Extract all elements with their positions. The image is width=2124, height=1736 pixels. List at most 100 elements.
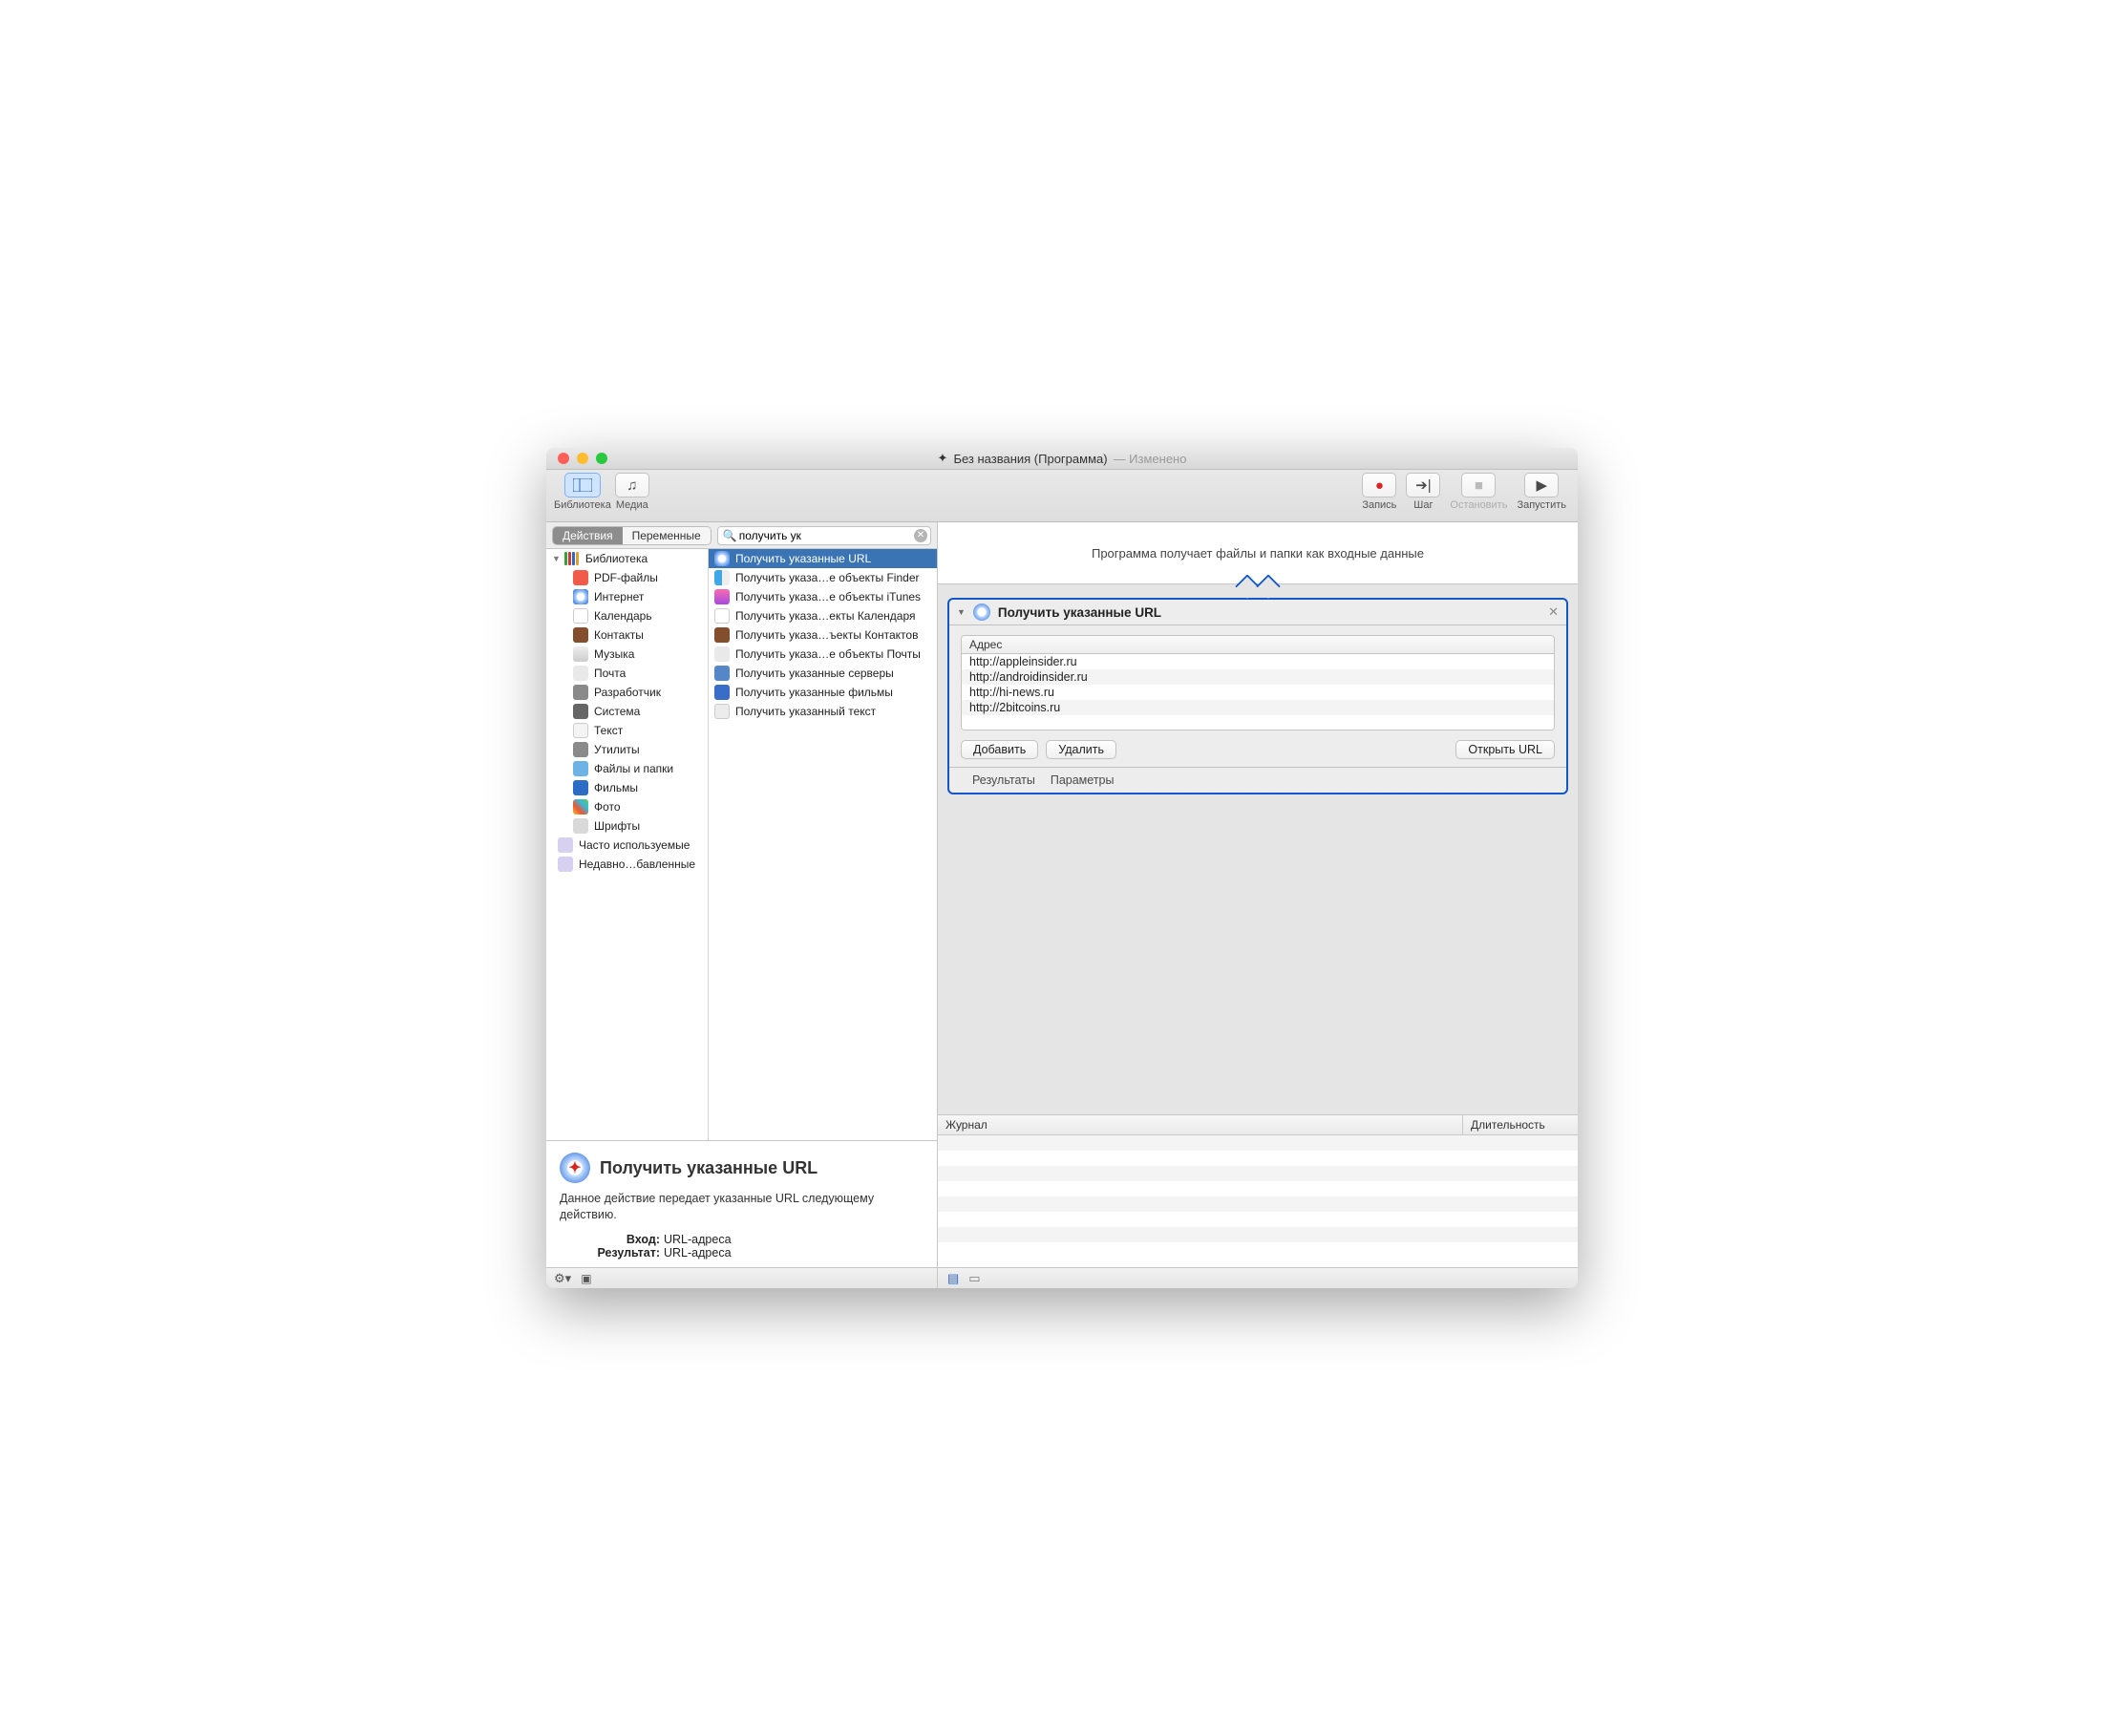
workflow-view-button[interactable]: ▤ (947, 1271, 959, 1286)
library-button-label: Библиотека (554, 499, 611, 511)
step-button[interactable]: ➔| (1406, 473, 1440, 498)
action-label: Получить указа…е объекты Finder (735, 571, 920, 584)
action-list-item[interactable]: Получить указа…е объекты iTunes (709, 587, 937, 606)
url-table[interactable]: Адрес http://appleinsider.ruhttp://andro… (961, 635, 1555, 730)
document-title: Без названия (Программа) (953, 452, 1107, 466)
results-tab[interactable]: Результаты (972, 773, 1035, 787)
disclosure-triangle-icon[interactable]: ▼ (552, 554, 561, 563)
address-column-header: Адрес (962, 636, 1554, 654)
tab-variables[interactable]: Переменные (623, 527, 711, 544)
category-label: Музыка (594, 647, 634, 661)
font-icon (573, 818, 588, 834)
log-rows (938, 1135, 1578, 1267)
remove-url-button[interactable]: Удалить (1046, 740, 1116, 759)
disclosure-triangle-icon[interactable]: ▼ (957, 607, 966, 617)
action-list-item[interactable]: Получить указанный текст (709, 702, 937, 721)
connector-icon (1239, 578, 1277, 593)
smart-group-item[interactable]: Часто используемые (546, 836, 708, 855)
action-list-item[interactable]: Получить указа…е объекты Finder (709, 568, 937, 587)
category-item[interactable]: Музыка (546, 645, 708, 664)
photo-icon (573, 799, 588, 815)
log-journal-header[interactable]: Журнал (938, 1115, 1463, 1134)
record-button[interactable]: ● (1362, 473, 1396, 498)
category-item[interactable]: Утилиты (546, 740, 708, 759)
safari-icon (573, 589, 588, 604)
url-row[interactable]: http://androidinsider.ru (962, 669, 1554, 685)
text-icon (573, 723, 588, 738)
step-icon: ➔| (1415, 476, 1431, 494)
stop-button[interactable]: ■ (1461, 473, 1496, 498)
action-list-item[interactable]: Получить указанные серверы (709, 664, 937, 683)
smart-group-item[interactable]: Недавно…бавленные (546, 855, 708, 874)
url-row[interactable]: http://hi-news.ru (962, 685, 1554, 700)
run-button[interactable]: ▶ (1524, 473, 1559, 498)
workflow-input-zone[interactable]: Программа получает файлы и папки как вхо… (938, 522, 1578, 584)
category-item[interactable]: Интернет (546, 587, 708, 606)
category-list[interactable]: ▼ Библиотека PDF-файлы Интернет Календарь К… (546, 549, 709, 1140)
category-label: Разработчик (594, 686, 661, 699)
category-item[interactable]: Контакты (546, 625, 708, 645)
url-row[interactable]: http://2bitcoins.ru (962, 700, 1554, 715)
log-panel: Журнал Длительность (938, 1114, 1578, 1267)
gear-menu-button[interactable]: ⚙︎▾ (554, 1271, 571, 1286)
tab-actions[interactable]: Действия (553, 527, 623, 544)
category-item[interactable]: Фильмы (546, 778, 708, 797)
toggle-library-button[interactable] (564, 473, 601, 498)
remove-action-button[interactable]: ✕ (1548, 604, 1559, 620)
category-item[interactable]: Почта (546, 664, 708, 683)
server-icon (714, 666, 730, 681)
action-list-item[interactable]: Получить указа…екты Календаря (709, 606, 937, 625)
category-item[interactable]: Календарь (546, 606, 708, 625)
trash-icon (714, 704, 730, 719)
media-button[interactable]: ♫ (615, 473, 649, 498)
cal-icon (573, 608, 588, 624)
log-duration-header[interactable]: Длительность (1463, 1115, 1578, 1134)
category-item[interactable]: Текст (546, 721, 708, 740)
category-item[interactable]: Файлы и папки (546, 759, 708, 778)
action-label: Получить указанные серверы (735, 667, 894, 680)
smart-folder-icon (558, 857, 573, 872)
add-url-button[interactable]: Добавить (961, 740, 1038, 759)
category-item[interactable]: Система (546, 702, 708, 721)
category-item[interactable]: Фото (546, 797, 708, 816)
toggle-info-button[interactable]: ▣ (581, 1272, 591, 1285)
record-label: Запись (1362, 499, 1396, 511)
media-icon: ♫ (627, 477, 637, 494)
category-item[interactable]: Разработчик (546, 683, 708, 702)
log-view-button[interactable]: ▭ (968, 1271, 980, 1286)
action-list-item[interactable]: Получить указанные фильмы (709, 683, 937, 702)
info-input-label: Вход: (560, 1233, 660, 1246)
action-list-item[interactable]: Получить указа…ъекты Контактов (709, 625, 937, 645)
itunes-icon (714, 589, 730, 604)
library-root-label: Библиотека (585, 552, 648, 565)
library-mode-segmented[interactable]: Действия Переменные (552, 526, 712, 545)
play-icon: ▶ (1536, 476, 1547, 494)
safari-icon (714, 551, 730, 566)
category-item[interactable]: Шрифты (546, 816, 708, 836)
run-label: Запустить (1517, 499, 1566, 511)
clear-search-button[interactable]: ✕ (914, 529, 927, 542)
action-list-item[interactable]: Получить указанные URL (709, 549, 937, 568)
contacts-icon (573, 627, 588, 643)
category-label: Контакты (594, 628, 644, 642)
dev-icon (573, 685, 588, 700)
folder-icon (573, 761, 588, 776)
workflow-canvas[interactable]: ▼ Получить указанные URL ✕ Адрес http://… (938, 584, 1578, 1114)
action-card[interactable]: ▼ Получить указанные URL ✕ Адрес http://… (947, 598, 1568, 794)
category-label: Интернет (594, 590, 644, 603)
open-url-button[interactable]: Открыть URL (1455, 740, 1555, 759)
url-row[interactable]: http://appleinsider.ru (962, 654, 1554, 669)
action-list[interactable]: Получить указанные URL Получить указа…е о… (709, 549, 937, 1140)
category-item[interactable]: PDF-файлы (546, 568, 708, 587)
action-label: Получить указа…ъекты Контактов (735, 628, 918, 642)
film-icon (714, 685, 730, 700)
globe-icon (573, 780, 588, 795)
contacts-icon (714, 627, 730, 643)
category-label: PDF-файлы (594, 571, 658, 584)
category-label: Утилиты (594, 743, 640, 756)
search-input[interactable] (717, 526, 931, 545)
library-root[interactable]: ▼ Библиотека (546, 549, 708, 568)
options-tab[interactable]: Параметры (1051, 773, 1115, 787)
smart-folder-icon (558, 837, 573, 853)
action-list-item[interactable]: Получить указа…е объекты Почты (709, 645, 937, 664)
